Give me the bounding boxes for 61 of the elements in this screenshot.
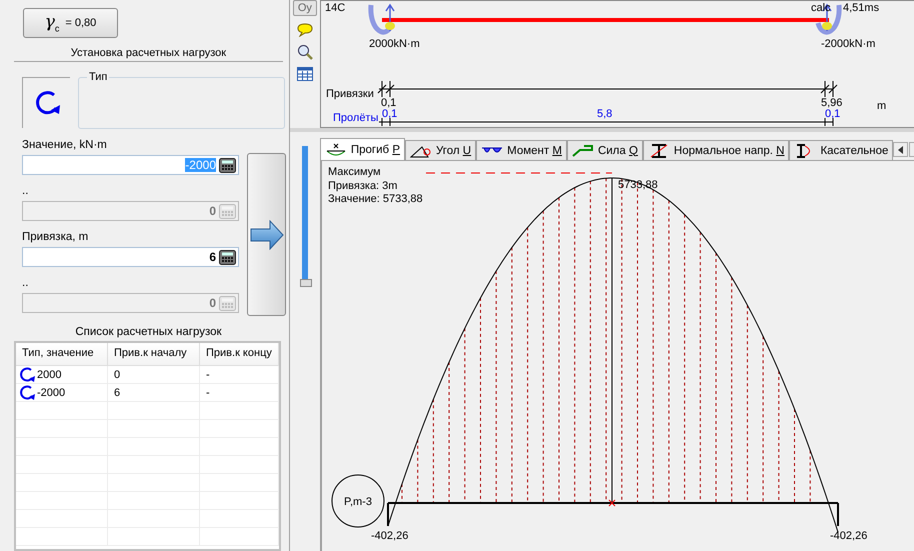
table-cell: - [200,384,279,401]
slider-thumb[interactable] [300,279,312,287]
field-label: Привязка, m [22,230,90,244]
scroll-left-button[interactable] [893,142,908,157]
span-value: 5,8 [596,108,612,120]
spans-label: Пролёты [332,112,378,124]
column-header[interactable]: Прив.к концу [200,343,279,365]
table-icon[interactable] [296,67,313,81]
angle-icon [410,144,432,158]
binding-value: 5,96 [820,97,842,109]
tab[interactable]: Нормальное напр. N [642,140,790,160]
badge-label: P,m-3 [344,496,372,508]
end-value: -402,26 [830,530,868,542]
table-cell: -2000 [37,386,66,398]
left-arrow-icon [898,146,904,154]
tab[interactable]: Прогиб P [320,138,406,160]
rotation-load-icon [19,367,36,382]
column-header[interactable]: Прив.к началу [108,343,200,365]
load-label: 2000kN·m [368,38,420,50]
end-value: -402,26 [370,530,408,542]
moment-load-icon [368,4,395,35]
column-header[interactable]: Тип, значение [16,343,108,365]
badge-circle [331,474,384,528]
span-value: 0,1 [824,108,840,120]
load-label: -2000kN·m [820,38,876,50]
speech-bubble-icon[interactable] [296,23,313,37]
value-label: Значение: 5733,88 [328,193,423,205]
force-diagram-icon [572,144,594,158]
calculator-icon[interactable] [219,250,236,264]
axis-button[interactable]: Oy [292,0,317,16]
field-label: .. [22,184,30,198]
field-label: Значение, kN·m [22,138,108,152]
tab[interactable]: Касательное [789,140,894,160]
span-value: 0,1 [382,108,398,120]
field-label: .. [22,276,30,290]
right-arrow-icon [250,220,284,250]
type-label: Тип [87,71,110,83]
table-cell: - [200,366,279,383]
zoom-icon[interactable] [296,44,313,60]
section-title: Установка расчетных нагрузок [14,47,283,62]
time-label: 4,51ms [842,2,879,14]
rotation-load-icon[interactable] [22,77,70,128]
tab[interactable]: Сила Q [566,140,643,160]
table-cell: 0 [108,366,200,383]
coefficient-button[interactable]: γ$_{c}$ = 0,80 [23,8,118,38]
number-field[interactable]: 6 [22,247,239,267]
tab[interactable]: Угол U [405,140,476,160]
beam-deflection-icon [324,142,347,156]
maximum-label: Максимум [328,166,380,178]
tab[interactable]: Момент M [476,140,567,160]
binding-value: 0,1 [380,97,396,109]
calculator-icon[interactable] [219,158,236,172]
section-label: 14C [324,2,346,14]
apply-button[interactable] [247,153,286,316]
table-cell: 2000 [37,368,62,380]
binding-label: Привязка: 3m [328,180,398,192]
rotation-load-icon [19,385,36,400]
table-cell: 6 [108,384,200,401]
list-title: Список расчетных нагрузок [74,326,223,338]
bindings-label: Привязки [326,88,374,100]
unit-label: m [876,100,886,112]
